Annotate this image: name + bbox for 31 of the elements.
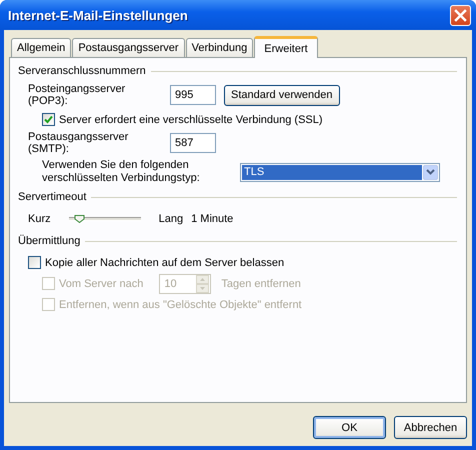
slider-thumb[interactable] [74,215,86,223]
checkbox-label: Server erfordert eine verschlüsselte Verbindung (SSL) [59,114,323,126]
timeout-slider[interactable] [68,217,141,221]
checkbox-label: Kopie aller Nachrichten auf dem Server belassen [45,256,284,268]
close-button[interactable] [450,4,471,26]
field-label: Postausgangsserver (SMTP): [28,131,130,155]
checkbox[interactable] [42,113,55,126]
group-heading: Übermittlung [18,235,80,247]
tab[interactable]: Postausgangsserver [72,38,185,57]
encryption-dropdown[interactable]: TLS [240,162,440,182]
dialog-button[interactable]: OK [313,416,386,439]
slider-max-label: Lang [158,213,184,225]
default-button[interactable]: Standard verwenden [224,84,340,106]
encryption-label: Verwenden Sie den folgenden verschlüsselten Verbindungstyp: [42,159,201,185]
checkbox-label: Vom Server nach [59,278,144,290]
checkbox[interactable] [28,256,41,269]
close-icon [454,8,467,22]
tab[interactable]: Erweitert [254,36,318,58]
field-label: Posteingangsserver (POP3): [28,83,126,107]
slider-min-label: Kurz [28,213,51,225]
port-field[interactable]: 587 [170,133,216,153]
group-heading: Serveranschlussnummern [18,65,146,77]
group-heading: Servertimeout [18,191,86,203]
tab[interactable]: Allgemein [11,38,72,57]
checkbox-label: Entfernen, wenn aus "Gelöschte Objekte" entfernt [59,298,302,310]
tab[interactable]: Verbindung [186,38,254,57]
window-title: Internet-E-Mail-Einstellungen [8,8,188,22]
dialog-button[interactable]: Abbrechen [394,416,467,439]
timeout-value: 1 Minute [191,213,234,225]
days-label: Tagen entfernen [221,278,301,290]
port-field[interactable]: 995 [170,85,216,105]
